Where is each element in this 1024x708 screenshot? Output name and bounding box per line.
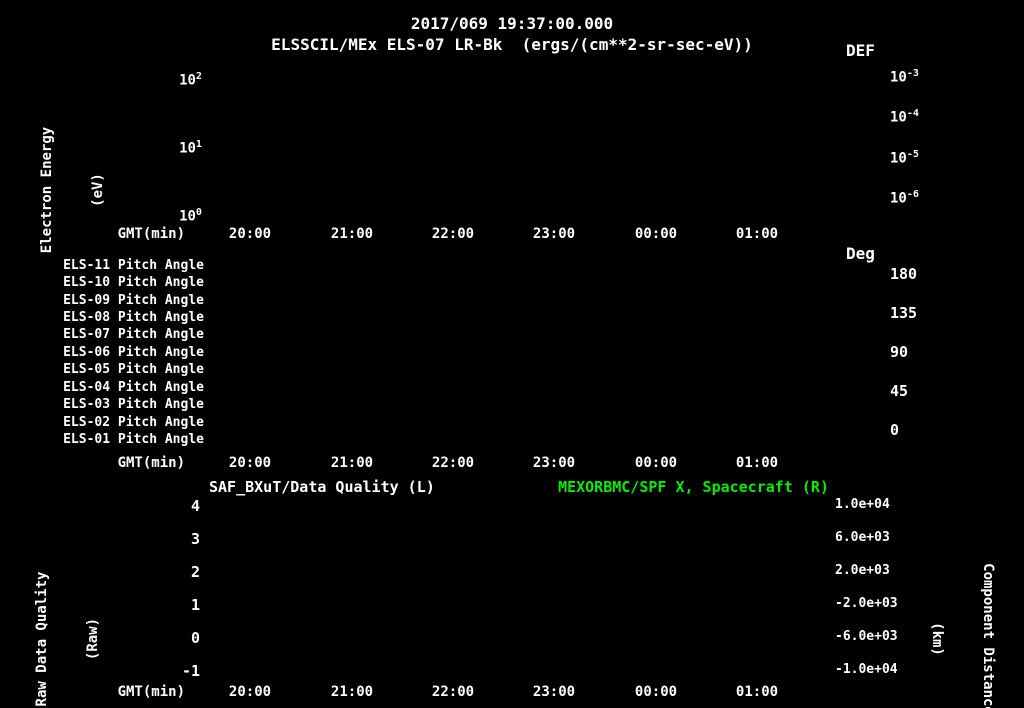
- x-tick: 20:00: [215, 226, 285, 242]
- y-tick-label: 4: [150, 497, 200, 515]
- x-tick: 01:00: [722, 226, 792, 242]
- y-tick-label: 1: [150, 596, 200, 614]
- x-tick: 22:00: [418, 684, 488, 700]
- x-tick: 21:00: [317, 226, 387, 242]
- pitch-row-label: ELS-02 Pitch Angle: [58, 415, 204, 431]
- line-panel-title-right: MEXORBMC/SPF X, Spacecraft (R): [500, 478, 829, 496]
- y-tick-label: 0: [150, 629, 200, 647]
- colorbar-title-def: DEF: [846, 41, 875, 60]
- gmt-axis-label: GMT(min): [80, 226, 185, 242]
- gmt-axis-label: GMT(min): [80, 684, 185, 700]
- x-tick: 23:00: [519, 226, 589, 242]
- y-tick-label: 1.0e+04: [835, 497, 915, 512]
- colorbar-tick-label: 0: [890, 421, 950, 439]
- colorbar-tick-label: 90: [890, 343, 950, 361]
- y-tick-label: -1: [150, 662, 200, 680]
- y-tick-label: 6.0e+03: [835, 530, 915, 545]
- pitch-row-label: ELS-01 Pitch Angle: [58, 432, 204, 448]
- colorbar-tick-label: 45: [890, 382, 950, 400]
- pitch-row-label: ELS-05 Pitch Angle: [58, 362, 204, 378]
- x-tick: 23:00: [519, 455, 589, 471]
- gmt-axis-label: GMT(min): [80, 455, 185, 471]
- pitch-row-label: ELS-04 Pitch Angle: [58, 380, 204, 396]
- colorbar-tick-label: 10-5: [890, 149, 960, 167]
- pitch-row-label: ELS-11 Pitch Angle: [58, 258, 204, 274]
- x-tick: 00:00: [621, 455, 691, 471]
- pitch-row-label: ELS-09 Pitch Angle: [58, 293, 204, 309]
- pitch-row-label: ELS-07 Pitch Angle: [58, 327, 204, 343]
- spectrogram-y-axis-label: Electron Energy (eV): [5, 105, 141, 275]
- colorbar-tick-label: 10-3: [890, 68, 960, 86]
- y-tick-label: 3: [150, 530, 200, 548]
- colorbar-tick-label: 135: [890, 304, 950, 322]
- pitch-row-label: ELS-03 Pitch Angle: [58, 397, 204, 413]
- plot-page: 2017/069 19:37:00.000 ELSSCIL/MEx ELS-07…: [0, 0, 1024, 708]
- pitch-row-label: ELS-06 Pitch Angle: [58, 345, 204, 361]
- pitch-row-label: ELS-08 Pitch Angle: [58, 310, 204, 326]
- x-tick: 00:00: [621, 226, 691, 242]
- y-tick-label: 101: [148, 139, 202, 156]
- x-tick: 01:00: [722, 455, 792, 471]
- plot-timestamp: 2017/069 19:37:00.000: [0, 14, 1024, 33]
- colorbar-tick-label: 10-4: [890, 108, 960, 126]
- x-tick: 20:00: [215, 455, 285, 471]
- x-tick: 21:00: [317, 455, 387, 471]
- x-tick: 21:00: [317, 684, 387, 700]
- y-tick-label: 2: [150, 563, 200, 581]
- line-panel-title-left: SAF_BXuT/Data Quality (L): [209, 478, 435, 496]
- y-tick-label: 102: [148, 71, 202, 88]
- colorbar-tick-label: 10-6: [890, 189, 960, 207]
- x-tick: 22:00: [418, 226, 488, 242]
- colorbar-title-deg: Deg: [846, 244, 875, 263]
- x-tick: 01:00: [722, 684, 792, 700]
- x-tick: 20:00: [215, 684, 285, 700]
- x-tick: 22:00: [418, 455, 488, 471]
- x-tick: 23:00: [519, 684, 589, 700]
- y-tick-label: 100: [148, 207, 202, 224]
- x-tick: 00:00: [621, 684, 691, 700]
- pitch-row-label: ELS-10 Pitch Angle: [58, 275, 204, 291]
- line-panel-right-axis-label: Component Distance (km): [894, 544, 1024, 708]
- colorbar-tick-label: 180: [890, 265, 950, 283]
